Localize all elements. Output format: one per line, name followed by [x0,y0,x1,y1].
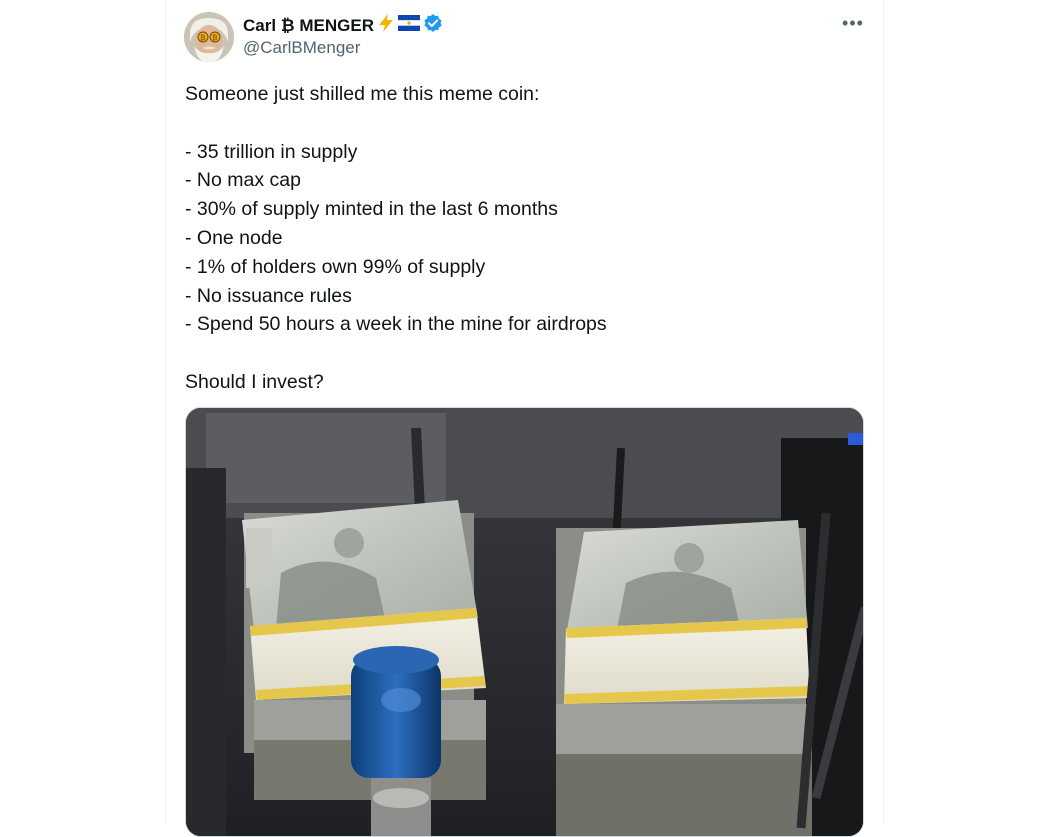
svg-text:₿: ₿ [200,34,205,42]
post-text-line: - No max cap [185,169,301,192]
post-text-line: - One node [185,226,283,249]
post-text-line: Someone just shilled me this meme coin: [185,83,540,105]
lightning-emoji [377,13,395,39]
author-handle[interactable]: @CarlBMenger [243,37,360,59]
verified-badge-icon[interactable] [423,13,443,39]
author-display-name[interactable]: Carl ₿ MENGER [243,15,374,37]
post-text-line: Should I invest? [185,370,324,393]
el-salvador-flag-icon [398,15,420,37]
author-name-row[interactable]: Carl ₿ MENGER [243,13,443,39]
post-text-line: - No issuance rules [185,284,352,307]
more-options-icon[interactable]: ••• [838,10,868,36]
post-media-image[interactable] [185,407,864,837]
post-text-line: - 30% of supply minted in the last 6 mon… [185,198,558,221]
post-text-line [185,339,865,368]
post-text-line [185,109,865,138]
post-text-line: - 1% of holders own 99% of supply [185,255,486,278]
author-avatar[interactable]: ₿ ₿ [184,12,234,62]
svg-text:₿: ₿ [212,34,217,42]
post-text: Someone just shilled me this meme coin: … [185,80,865,397]
post-text-line: - Spend 50 hours a week in the mine for … [185,313,607,336]
post-text-line: - 35 trillion in supply [185,140,358,163]
